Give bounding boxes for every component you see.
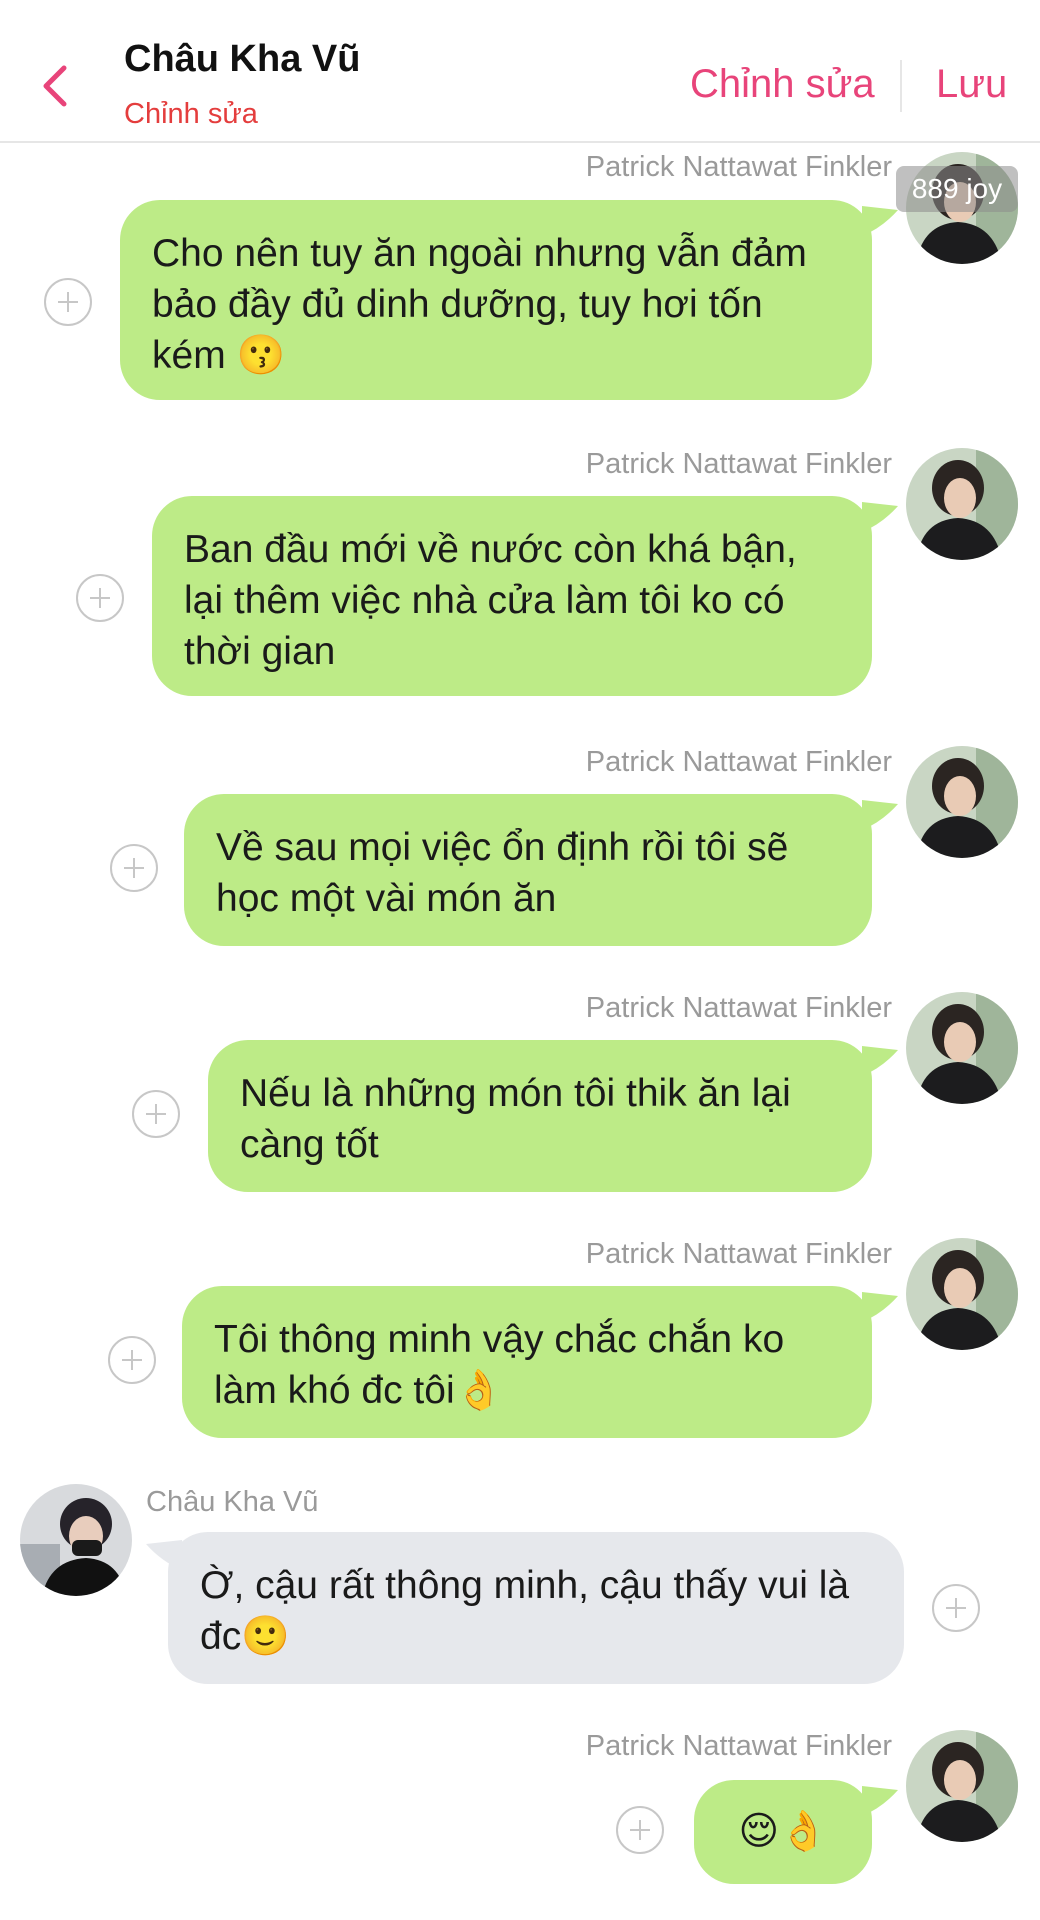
sender-name: Patrick Nattawat Finkler: [585, 992, 892, 1024]
watermark: 889 joy: [896, 166, 1018, 212]
bubble-tail: [862, 1292, 898, 1322]
avatar[interactable]: [906, 992, 1018, 1104]
add-reaction-plus-icon[interactable]: [76, 574, 124, 622]
back-chevron-icon[interactable]: [36, 62, 72, 110]
header-divider: [900, 60, 902, 112]
sender-name: Châu Kha Vũ: [146, 1486, 319, 1518]
avatar[interactable]: [906, 448, 1018, 560]
message-bubble[interactable]: Ban đầu mới về nước còn khá bận, lại thê…: [152, 496, 872, 696]
chat-subtitle: Chỉnh sửa: [124, 98, 258, 130]
chat-header: Châu Kha Vũ Chỉnh sửa Chỉnh sửa Lưu: [0, 0, 1040, 143]
bubble-tail: [862, 1046, 898, 1076]
message-bubble[interactable]: Tôi thông minh vậy chắc chắn ko làm khó …: [182, 1286, 872, 1438]
avatar[interactable]: [20, 1484, 132, 1596]
save-button[interactable]: Lưu: [936, 62, 1007, 107]
bubble-tail: [862, 1786, 898, 1816]
add-reaction-plus-icon[interactable]: [108, 1336, 156, 1384]
edit-button[interactable]: Chỉnh sửa: [690, 62, 875, 107]
sender-name: Patrick Nattawat Finkler: [585, 151, 892, 183]
add-reaction-plus-icon[interactable]: [132, 1090, 180, 1138]
bubble-tail: [862, 206, 898, 236]
message-bubble[interactable]: Nếu là những món tôi thik ăn lại càng tố…: [208, 1040, 872, 1192]
add-reaction-plus-icon[interactable]: [44, 278, 92, 326]
avatar[interactable]: [906, 746, 1018, 858]
message-bubble[interactable]: Cho nên tuy ăn ngoài nhưng vẫn đảm bảo đ…: [120, 200, 872, 400]
avatar[interactable]: [906, 1730, 1018, 1842]
sender-name: Patrick Nattawat Finkler: [585, 746, 892, 778]
message-bubble[interactable]: Ờ, cậu rất thông minh, cậu thấy vui là đ…: [168, 1532, 904, 1684]
sender-name: Patrick Nattawat Finkler: [585, 1730, 892, 1762]
sender-name: Patrick Nattawat Finkler: [585, 1238, 892, 1270]
message-bubble[interactable]: 😌👌: [694, 1780, 872, 1884]
avatar[interactable]: [906, 1238, 1018, 1350]
add-reaction-plus-icon[interactable]: [932, 1584, 980, 1632]
message-bubble[interactable]: Về sau mọi việc ổn định rồi tôi sẽ học m…: [184, 794, 872, 946]
add-reaction-plus-icon[interactable]: [616, 1806, 664, 1854]
bubble-tail: [862, 502, 898, 532]
sender-name: Patrick Nattawat Finkler: [585, 448, 892, 480]
bubble-tail: [862, 800, 898, 830]
add-reaction-plus-icon[interactable]: [110, 844, 158, 892]
chat-title: Châu Kha Vũ: [124, 38, 361, 80]
